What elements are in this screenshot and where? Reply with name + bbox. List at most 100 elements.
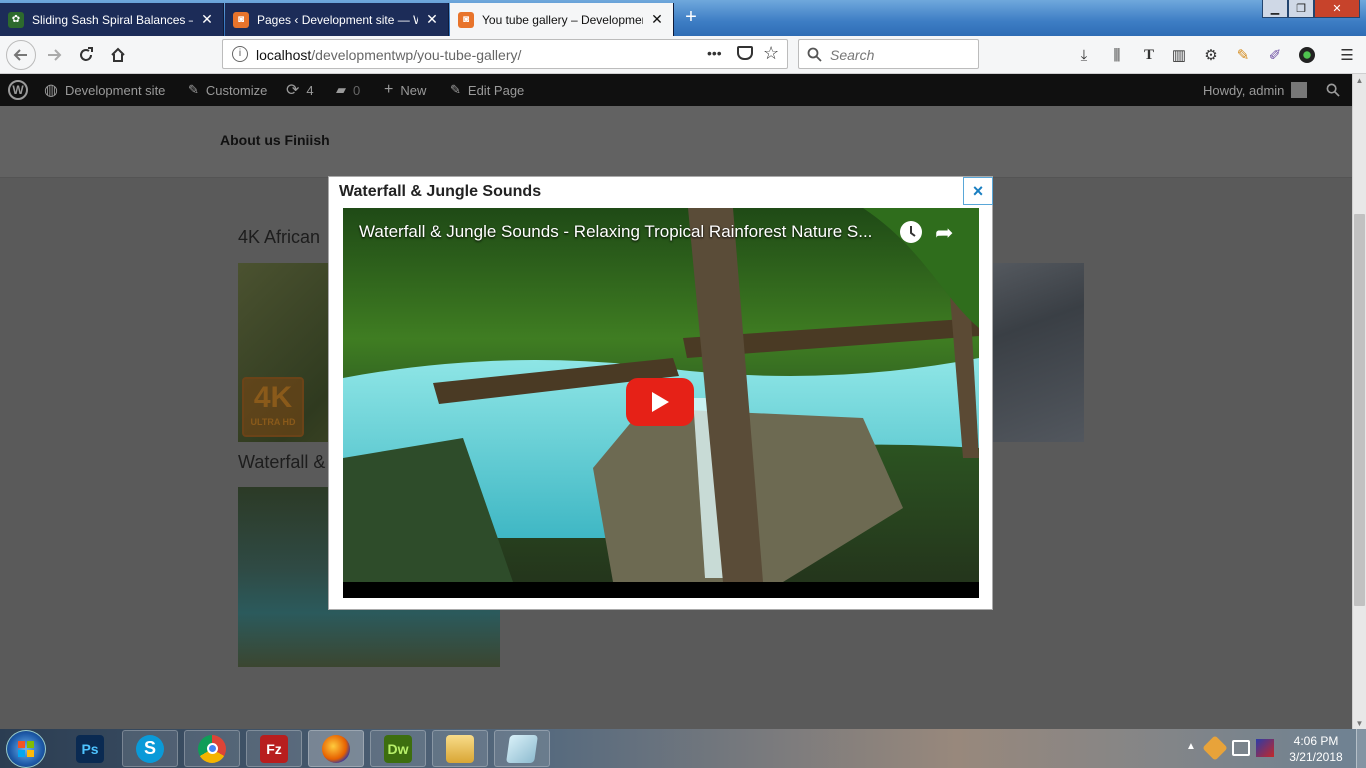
play-button[interactable] bbox=[626, 378, 694, 426]
dashboard-icon: ◍ bbox=[44, 82, 58, 99]
url-host: localhost bbox=[256, 47, 312, 63]
updates-icon: ⟳ bbox=[286, 82, 300, 99]
close-tab-icon[interactable]: ✕ bbox=[424, 11, 440, 28]
close-tab-icon[interactable]: ✕ bbox=[199, 11, 215, 28]
show-hidden-icons-icon[interactable]: ▲ bbox=[1186, 741, 1196, 752]
watch-later-icon[interactable] bbox=[900, 221, 922, 243]
lightbox-title: Waterfall & Jungle Sounds bbox=[339, 183, 542, 200]
scroll-up-icon[interactable]: ▲ bbox=[1355, 76, 1364, 85]
site-title[interactable]: About us Finiish bbox=[220, 132, 330, 148]
wp-admin-bar: W ◍ Development site ✎ Customize ⟳ 4 ▰ 0… bbox=[0, 74, 1352, 106]
url-bar[interactable]: i localhost/developmentwp/you-tube-galle… bbox=[222, 39, 788, 69]
edit-page-label: Edit Page bbox=[467, 82, 525, 98]
site-name-label: Development site bbox=[64, 82, 166, 98]
menu-hamburger-icon[interactable]: ☰ bbox=[1334, 42, 1360, 68]
reader-text-icon[interactable]: T bbox=[1136, 42, 1162, 68]
taskbar-filezilla[interactable]: Fz bbox=[246, 730, 302, 767]
taskbar-explorer[interactable] bbox=[432, 730, 488, 767]
color-picker-icon[interactable]: ✐ bbox=[1262, 42, 1288, 68]
network-icon[interactable] bbox=[1232, 740, 1250, 756]
search-box[interactable]: Search bbox=[798, 39, 979, 69]
page-scrollbar[interactable]: ▲ ▼ bbox=[1352, 74, 1366, 729]
taskbar-dreamweaver[interactable]: Dw bbox=[370, 730, 426, 767]
admin-updates[interactable]: ⟳ 4 bbox=[286, 74, 314, 106]
navigation-toolbar: i localhost/developmentwp/you-tube-galle… bbox=[0, 36, 1366, 74]
admin-site-name[interactable]: ◍ Development site bbox=[44, 74, 165, 106]
chrome-icon bbox=[198, 734, 226, 763]
reload-icon bbox=[80, 47, 93, 61]
comments-count: 0 bbox=[353, 82, 361, 98]
url-path: /developmentwp/you-tube-gallery/ bbox=[311, 47, 522, 63]
taskbar-photoshop[interactable]: Ps bbox=[62, 730, 118, 767]
tray-flag-icon[interactable] bbox=[1256, 739, 1274, 757]
tab-strip: ✿ Sliding Sash Spiral Balances – T ✕ ◙ P… bbox=[0, 0, 1366, 36]
tray-app-icon[interactable] bbox=[1202, 735, 1228, 761]
extension-circle-icon[interactable] bbox=[1294, 42, 1320, 68]
admin-comments[interactable]: ▰ 0 bbox=[336, 74, 360, 106]
plus-icon: + bbox=[384, 81, 394, 98]
reload-button[interactable] bbox=[72, 41, 100, 69]
badge-sub-text: ULTRA HD bbox=[250, 417, 296, 427]
minimize-button[interactable]: ▁ bbox=[1262, 0, 1288, 18]
admin-account[interactable]: Howdy, admin bbox=[1203, 74, 1308, 106]
tab-title: Pages ‹ Development site — W bbox=[257, 12, 418, 27]
new-tab-button[interactable]: + bbox=[680, 6, 702, 28]
admin-search-icon[interactable] bbox=[1326, 74, 1340, 106]
share-icon[interactable]: ➦ bbox=[935, 220, 953, 246]
start-button[interactable] bbox=[6, 730, 46, 768]
downloads-icon[interactable]: ⤓ bbox=[1071, 42, 1097, 68]
home-icon bbox=[111, 47, 125, 62]
notes-icon bbox=[506, 734, 538, 763]
taskbar-firefox[interactable] bbox=[308, 730, 364, 767]
scrollbar-thumb[interactable] bbox=[1354, 214, 1365, 606]
new-label: New bbox=[400, 82, 427, 98]
tab-title: You tube gallery – Developmen bbox=[482, 12, 643, 27]
clock-date: 3/21/2018 bbox=[1289, 750, 1343, 764]
pocket-icon[interactable] bbox=[737, 46, 753, 60]
photoshop-icon: Ps bbox=[76, 734, 104, 763]
maximize-button[interactable]: ❐ bbox=[1288, 0, 1314, 18]
show-desktop-button[interactable] bbox=[1356, 729, 1366, 768]
video-lightbox: Waterfall & Jungle Sounds × Waterfall & bbox=[328, 176, 993, 610]
badge-main-text: 4K bbox=[253, 381, 293, 414]
forward-button[interactable] bbox=[40, 41, 68, 69]
page-actions-button[interactable]: ••• bbox=[707, 45, 722, 61]
extension-flame-icon[interactable]: ✎ bbox=[1230, 42, 1256, 68]
home-button[interactable] bbox=[104, 41, 132, 69]
back-button[interactable] bbox=[6, 40, 36, 70]
search-placeholder: Search bbox=[830, 47, 875, 63]
bookmark-star-icon[interactable]: ☆ bbox=[763, 43, 779, 64]
admin-customize[interactable]: ✎ Customize bbox=[188, 74, 267, 106]
close-tab-icon[interactable]: ✕ bbox=[649, 11, 665, 28]
taskbar-clock[interactable]: 4:06 PM 3/21/2018 bbox=[1280, 733, 1352, 765]
search-icon bbox=[807, 47, 822, 62]
filezilla-icon: Fz bbox=[260, 734, 288, 763]
library-icon[interactable]: ⫼ bbox=[1104, 42, 1130, 68]
gallery-item-title: Waterfall & bbox=[238, 452, 326, 472]
windows-logo-icon bbox=[18, 741, 34, 757]
window-close-button[interactable]: ✕ bbox=[1314, 0, 1360, 18]
extension-gear-icon[interactable]: ⚙ bbox=[1198, 42, 1224, 68]
site-favicon-icon: ✿ bbox=[8, 11, 24, 28]
admin-new[interactable]: + New bbox=[384, 74, 426, 106]
scroll-down-icon[interactable]: ▼ bbox=[1355, 719, 1364, 728]
taskbar-notes[interactable] bbox=[494, 730, 550, 767]
site-info-icon[interactable]: i bbox=[232, 46, 248, 62]
tab-title: Sliding Sash Spiral Balances – T bbox=[32, 12, 193, 27]
url-text[interactable]: localhost/developmentwp/you-tube-gallery… bbox=[256, 47, 521, 63]
sidebar-icon[interactable]: ▥ bbox=[1166, 42, 1192, 68]
customize-label: Customize bbox=[205, 82, 268, 98]
wordpress-logo-icon[interactable]: W bbox=[8, 74, 28, 106]
admin-edit-page[interactable]: ✎ Edit Page bbox=[450, 74, 524, 106]
firefox-icon bbox=[322, 734, 350, 763]
youtube-player[interactable]: Waterfall & Jungle Sounds - Relaxing Tro… bbox=[343, 208, 979, 598]
tab-pages[interactable]: ◙ Pages ‹ Development site — W ✕ bbox=[225, 3, 449, 36]
taskbar-skype[interactable]: S bbox=[122, 730, 178, 767]
play-icon bbox=[652, 392, 669, 412]
tab-you-tube-gallery[interactable]: ◙ You tube gallery – Developmen ✕ bbox=[450, 3, 674, 36]
taskbar-chrome[interactable] bbox=[184, 730, 240, 767]
tab-sliding-sash[interactable]: ✿ Sliding Sash Spiral Balances – T ✕ bbox=[0, 3, 224, 36]
back-arrow-icon bbox=[13, 49, 27, 61]
lightbox-close-button[interactable]: × bbox=[963, 177, 993, 205]
video-title[interactable]: Waterfall & Jungle Sounds - Relaxing Tro… bbox=[359, 222, 872, 242]
